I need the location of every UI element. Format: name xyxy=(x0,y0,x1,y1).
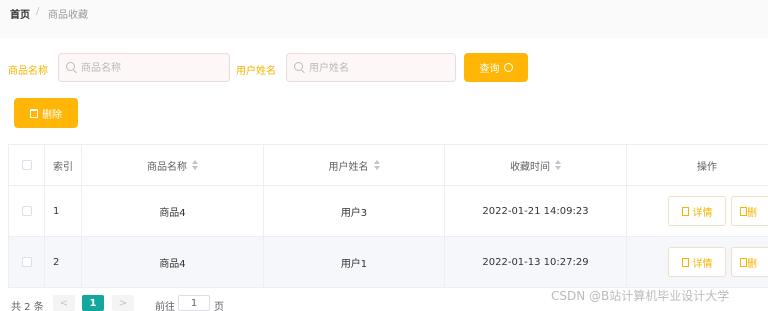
total-count: 共 2 条 xyxy=(11,302,44,311)
delete-button[interactable]: 删除 xyxy=(14,98,78,128)
detail-button-label: 详情 xyxy=(692,258,713,270)
product-name-label: 商品名称 xyxy=(8,66,48,77)
header-time[interactable]: 收藏时间 xyxy=(445,145,627,185)
detail-button[interactable]: 详情 xyxy=(668,196,726,226)
cell-user: 用户3 xyxy=(264,186,445,236)
select-all-checkbox[interactable] xyxy=(21,160,32,170)
product-name-input[interactable] xyxy=(81,60,221,76)
sort-icon[interactable] xyxy=(192,160,198,170)
header-ops: 操作 xyxy=(697,161,717,173)
table-header-row: 索引 商品名称 用户姓名 收藏时间 操作 xyxy=(8,145,768,186)
cell-product: 商品4 xyxy=(82,186,264,236)
document-icon xyxy=(740,257,747,267)
delete-row-button[interactable]: 删 xyxy=(731,247,768,277)
row-checkbox[interactable] xyxy=(21,257,32,267)
search-icon xyxy=(66,62,75,71)
delete-row-button[interactable]: 删 xyxy=(731,196,768,226)
header-user-label: 用户姓名 xyxy=(328,161,369,173)
document-icon xyxy=(681,206,689,216)
next-page-button[interactable]: > xyxy=(112,295,134,311)
user-name-field[interactable] xyxy=(286,53,456,82)
watermark: CSDN @B站计算机毕业设计大学 xyxy=(551,289,730,303)
document-icon xyxy=(681,257,689,267)
breadcrumb-current: 商品收藏 xyxy=(48,10,88,21)
query-button[interactable]: 查询 xyxy=(464,53,528,82)
table-row: 2 商品4 用户1 2022-01-13 10:27:29 详情 删 xyxy=(8,237,768,288)
cell-time: 2022-01-13 10:27:29 xyxy=(445,237,627,287)
header-index: 索引 xyxy=(45,145,82,185)
delete-row-label: 删 xyxy=(747,207,757,219)
row-checkbox[interactable] xyxy=(21,206,32,216)
breadcrumb-home[interactable]: 首页 xyxy=(10,6,30,21)
delete-row-label: 删 xyxy=(747,258,757,270)
breadcrumb: 首页 / 商品收藏 xyxy=(0,0,768,38)
goto-label: 前往 xyxy=(155,302,175,311)
header-product-label: 商品名称 xyxy=(147,161,187,173)
cell-product: 商品4 xyxy=(82,237,264,287)
select-all-cell xyxy=(8,145,45,185)
query-button-label: 查询 xyxy=(479,64,500,75)
search-icon xyxy=(503,63,513,72)
page-suffix: 页 xyxy=(214,302,224,311)
sort-icon[interactable] xyxy=(373,160,380,170)
cell-index: 2 xyxy=(45,237,82,287)
detail-button-label: 详情 xyxy=(692,207,713,219)
header-product[interactable]: 商品名称 xyxy=(82,145,264,185)
row-select-cell xyxy=(8,186,45,236)
table-row: 1 商品4 用户3 2022-01-21 14:09:23 详情 删 xyxy=(8,186,768,237)
header-time-label: 收藏时间 xyxy=(510,161,550,173)
favorites-table: 索引 商品名称 用户姓名 收藏时间 操作 1 商品4 用户3 2022-01-2… xyxy=(8,144,768,288)
trash-icon xyxy=(30,108,38,118)
page-number-current[interactable]: 1 xyxy=(82,295,104,311)
cell-user: 用户1 xyxy=(264,237,445,287)
prev-page-button[interactable]: < xyxy=(53,295,75,311)
cell-time: 2022-01-21 14:09:23 xyxy=(445,186,627,236)
document-icon xyxy=(740,206,747,216)
cell-index: 1 xyxy=(45,186,82,236)
product-name-field[interactable] xyxy=(58,53,230,82)
sort-icon[interactable] xyxy=(555,160,561,170)
delete-button-label: 删除 xyxy=(42,109,62,121)
user-name-label: 用户姓名 xyxy=(236,66,276,77)
user-name-input[interactable] xyxy=(309,60,449,76)
row-select-cell xyxy=(8,237,45,287)
breadcrumb-separator: / xyxy=(36,6,40,17)
goto-page-input[interactable] xyxy=(178,295,210,311)
search-icon xyxy=(294,62,303,71)
header-user[interactable]: 用户姓名 xyxy=(264,145,445,185)
detail-button[interactable]: 详情 xyxy=(668,247,726,277)
